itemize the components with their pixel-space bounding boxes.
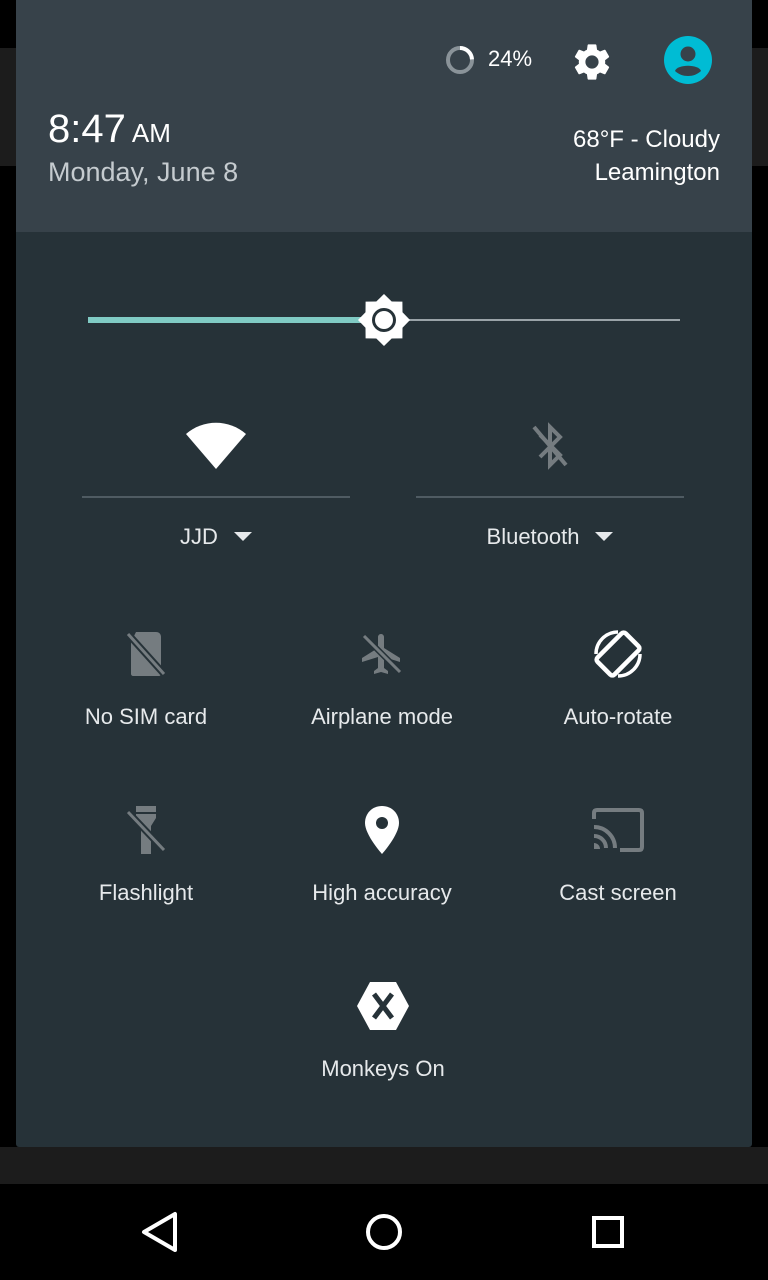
chevron-down-icon (233, 531, 252, 541)
tile-label: Cast screen (559, 880, 677, 905)
tile-wifi-label[interactable]: JJD (82, 524, 350, 550)
tile-divider (416, 496, 684, 498)
wifi-icon (82, 412, 350, 480)
cast-icon (500, 798, 736, 862)
chevron-down-icon (595, 531, 614, 541)
weather-location: Leamington (594, 159, 720, 186)
account-circle-icon[interactable] (664, 36, 712, 84)
tile-auto-rotate[interactable]: Auto-rotate (500, 622, 736, 762)
airplane-off-icon (264, 622, 500, 686)
brightness-icon[interactable] (358, 294, 410, 346)
weather-condition: 68°F - Cloudy (573, 126, 720, 153)
am-pm: AM (131, 118, 171, 148)
location-pin-icon (264, 798, 500, 862)
battery-icon (446, 46, 474, 74)
slider-fill (88, 317, 384, 323)
gear-icon[interactable] (570, 40, 614, 84)
tile-location[interactable]: High accuracy (264, 798, 500, 938)
xamarin-icon (265, 974, 501, 1038)
tile-divider (82, 496, 350, 498)
tile-label: Airplane mode (311, 704, 453, 729)
flashlight-off-icon (28, 798, 264, 862)
back-icon[interactable] (136, 1208, 184, 1256)
bluetooth-disabled-icon (416, 412, 684, 480)
tile-label: No SIM card (84, 704, 208, 729)
tile-flashlight[interactable]: Flashlight (28, 798, 264, 938)
weather-widget[interactable]: 68°F - Cloudy Leamington (573, 123, 720, 189)
tile-cast[interactable]: Cast screen (500, 798, 736, 938)
brightness-slider[interactable] (88, 294, 680, 346)
quick-settings-panel: 24% 8:47 AM Monday, June 8 68°F - Cloudy … (16, 0, 752, 1147)
tile-bluetooth[interactable]: Bluetooth (416, 412, 684, 562)
clock[interactable]: 8:47 AM (48, 106, 171, 156)
background-strip-bottom (0, 1147, 768, 1184)
no-sim-icon (28, 622, 264, 686)
recents-icon[interactable] (584, 1208, 632, 1256)
tile-label: High accuracy (312, 880, 452, 905)
tile-label: Auto-rotate (563, 704, 673, 729)
battery-percentage: 24% (488, 46, 533, 71)
navigation-bar (0, 1184, 768, 1280)
tile-airplane[interactable]: Airplane mode (264, 622, 500, 762)
tile-no-sim[interactable]: No SIM card (28, 622, 264, 762)
screen-rotation-icon (500, 622, 736, 686)
tile-label: Monkeys On (321, 1056, 445, 1081)
tile-label: Flashlight (98, 880, 194, 905)
home-icon[interactable] (360, 1208, 408, 1256)
tile-wifi[interactable]: JJD (82, 412, 350, 562)
tile-monkeys[interactable]: Monkeys On (265, 974, 501, 1114)
time: 8:47 (48, 107, 126, 151)
status-header: 24% 8:47 AM Monday, June 8 68°F - Cloudy … (16, 0, 752, 232)
date[interactable]: Monday, June 8 (48, 157, 238, 188)
tile-bluetooth-label[interactable]: Bluetooth (416, 524, 684, 550)
